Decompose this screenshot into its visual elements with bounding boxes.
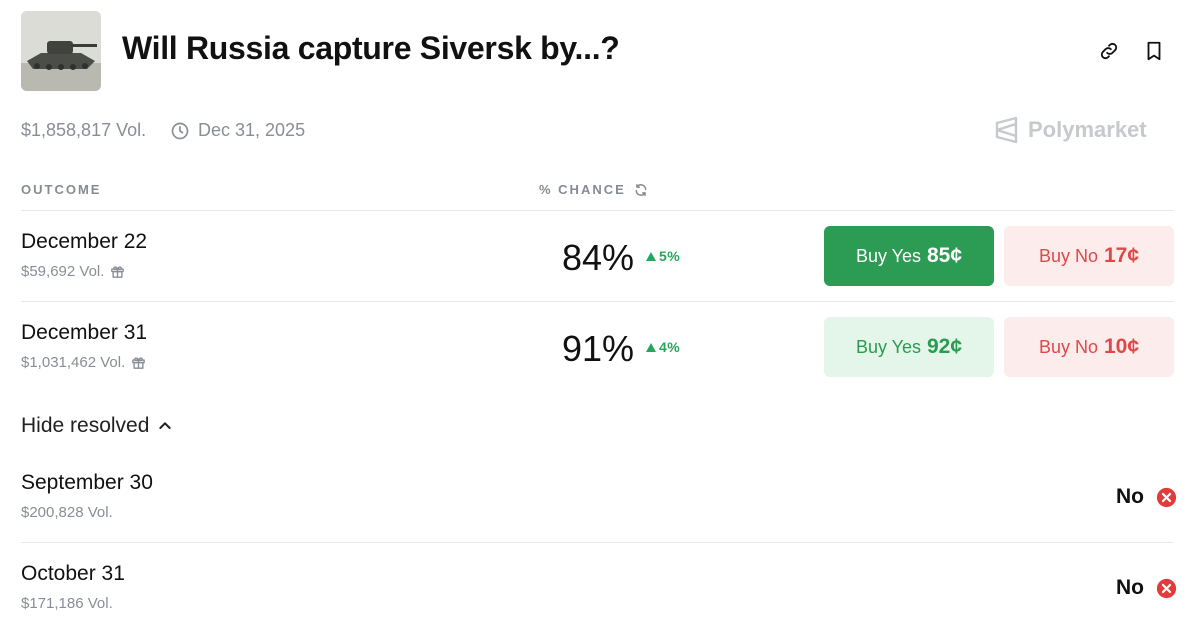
buy-no-button[interactable]: Buy No 17¢ [1004, 226, 1174, 286]
polymarket-brand: Polymarket [994, 116, 1147, 144]
total-volume: $1,858,817 Vol. [21, 120, 147, 140]
resolved-market-volume: $200,828 Vol. [21, 504, 113, 521]
buy-no-price: 10¢ [1103, 335, 1140, 358]
bookmark-icon[interactable] [1140, 37, 1168, 65]
gift-icon[interactable] [131, 355, 146, 370]
polymarket-logo [994, 116, 1020, 144]
x-circle-icon [1156, 578, 1177, 599]
chance-delta-text: 5% [659, 248, 681, 264]
resolved-outcome: No [1116, 485, 1177, 509]
up-triangle-icon [646, 251, 656, 261]
outcome-column-header: OUTCOME [21, 182, 101, 197]
buy-yes-button[interactable]: Buy Yes 85¢ [824, 226, 994, 286]
market-title: December 22 [21, 230, 148, 253]
x-circle-icon [1156, 487, 1177, 508]
buy-no-label: Buy No [1038, 336, 1098, 357]
chance-value: 84% [562, 237, 635, 278]
hide-resolved-toggle[interactable]: Hide resolved [21, 414, 173, 438]
up-triangle-icon [646, 342, 656, 352]
chance-header-label: % CHANCE [539, 182, 626, 197]
chance-column-header: % CHANCE [539, 182, 648, 197]
market-volume: $1,031,462 Vol. [21, 354, 146, 371]
market-volume-text: $1,031,462 Vol. [21, 354, 126, 371]
outcome-header-label: OUTCOME [21, 182, 102, 197]
buy-no-button[interactable]: Buy No 10¢ [1004, 317, 1174, 377]
divider [21, 210, 1174, 211]
brand-name: Polymarket [1028, 117, 1147, 142]
buy-yes-price: 85¢ [927, 244, 963, 267]
refresh-icon[interactable] [634, 183, 648, 197]
chance-delta-text: 4% [659, 339, 681, 355]
chance-value: 91% [562, 328, 635, 369]
gift-icon[interactable] [110, 264, 125, 279]
market-title: December 31 [21, 321, 148, 344]
resolved-outcome-text: No [1116, 485, 1144, 508]
resolved-market-volume: $171,186 Vol. [21, 595, 113, 612]
resolved-outcome: No [1116, 576, 1177, 600]
buy-no-label: Buy No [1038, 245, 1098, 266]
chance-delta: 4% [646, 339, 680, 355]
buy-no-price: 17¢ [1103, 244, 1140, 267]
market-thumbnail [21, 11, 101, 91]
link-icon[interactable] [1095, 37, 1123, 65]
market-volume-text: $59,692 Vol. [21, 263, 105, 280]
chevron-up-icon [157, 418, 173, 434]
buy-yes-label: Buy Yes [855, 245, 921, 266]
clock-icon [170, 121, 190, 141]
hide-resolved-label: Hide resolved [21, 414, 150, 437]
page-title: Will Russia capture Siversk by...? [122, 30, 620, 66]
chance-delta: 5% [646, 248, 680, 264]
buy-yes-button[interactable]: Buy Yes 92¢ [824, 317, 994, 377]
divider [21, 301, 1174, 302]
end-date-text: Dec 31, 2025 [198, 120, 306, 140]
end-date: Dec 31, 2025 [170, 120, 305, 141]
buy-yes-label: Buy Yes [855, 336, 921, 357]
resolved-market-title: September 30 [21, 471, 153, 494]
resolved-market-title: October 31 [21, 562, 125, 585]
buy-yes-price: 92¢ [927, 335, 963, 358]
market-volume: $59,692 Vol. [21, 263, 125, 280]
resolved-outcome-text: No [1116, 576, 1144, 599]
divider [21, 542, 1174, 543]
